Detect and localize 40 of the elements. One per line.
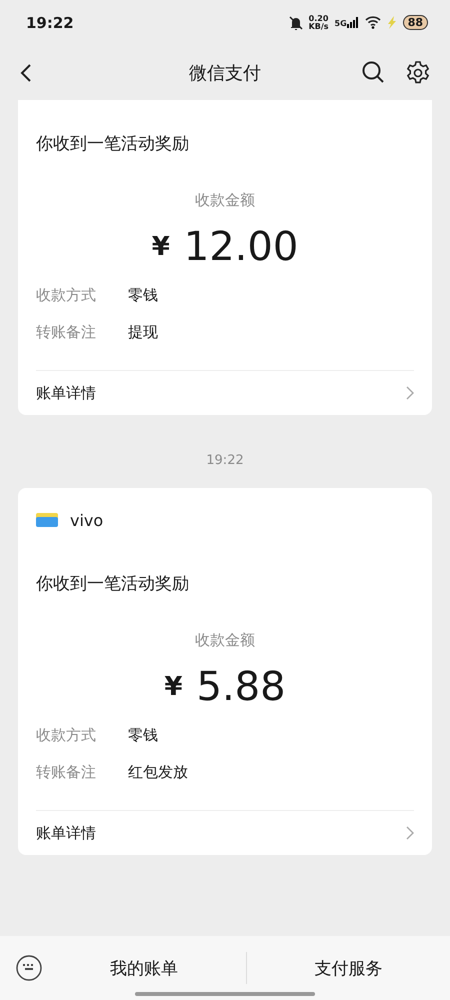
wifi-icon <box>364 16 381 29</box>
currency-sign: ¥ <box>152 232 170 262</box>
chevron-left-icon <box>20 62 32 82</box>
bell-muted-icon <box>288 14 303 30</box>
keyboard-button[interactable] <box>16 955 42 981</box>
settings-icon <box>406 60 430 84</box>
menu-tab[interactable]: 我的账单 <box>42 936 246 1000</box>
page-title: 微信支付 <box>189 62 261 84</box>
keyboard-icon <box>16 955 42 981</box>
amount-label: 收款金额 <box>194 191 256 210</box>
search-icon <box>362 60 384 82</box>
network-speed-unit: KB/s <box>308 22 329 30</box>
network-type: 5G <box>334 19 347 28</box>
amount-label: 收款金额 <box>194 631 256 650</box>
bill-detail-link[interactable]: 账单详情 <box>36 810 414 855</box>
wallet-icon <box>36 513 58 527</box>
chevron-right-icon <box>406 386 414 400</box>
amount-value: 12.00 <box>184 224 298 270</box>
amount-value: 5.88 <box>196 664 286 710</box>
source-name: vivo <box>70 510 104 530</box>
charging-icon <box>386 16 397 29</box>
field-label: 收款方式 <box>36 286 97 305</box>
field-label: 收款方式 <box>36 726 97 745</box>
message-title: 你收到一笔活动奖励 <box>36 573 190 595</box>
field-value: 零钱 <box>128 286 159 305</box>
signal-icon <box>346 17 359 28</box>
field-value: 红包发放 <box>128 763 189 782</box>
bill-detail-link[interactable]: 账单详情 <box>36 370 414 415</box>
message-title: 你收到一笔活动奖励 <box>36 133 190 155</box>
network-speed: 0.20 <box>308 14 328 22</box>
chevron-right-icon <box>406 826 414 840</box>
status-time: 19:22 <box>26 14 75 32</box>
field-label: 转账备注 <box>36 323 97 342</box>
field-label: 转账备注 <box>36 763 97 782</box>
field-value: 提现 <box>128 323 159 342</box>
battery-level: 88 <box>402 15 428 30</box>
currency-sign: ¥ <box>164 672 183 702</box>
message-time: 19:22 <box>205 452 245 470</box>
field-value: 零钱 <box>128 726 159 745</box>
menu-tab[interactable]: 支付服务 <box>246 936 450 1000</box>
